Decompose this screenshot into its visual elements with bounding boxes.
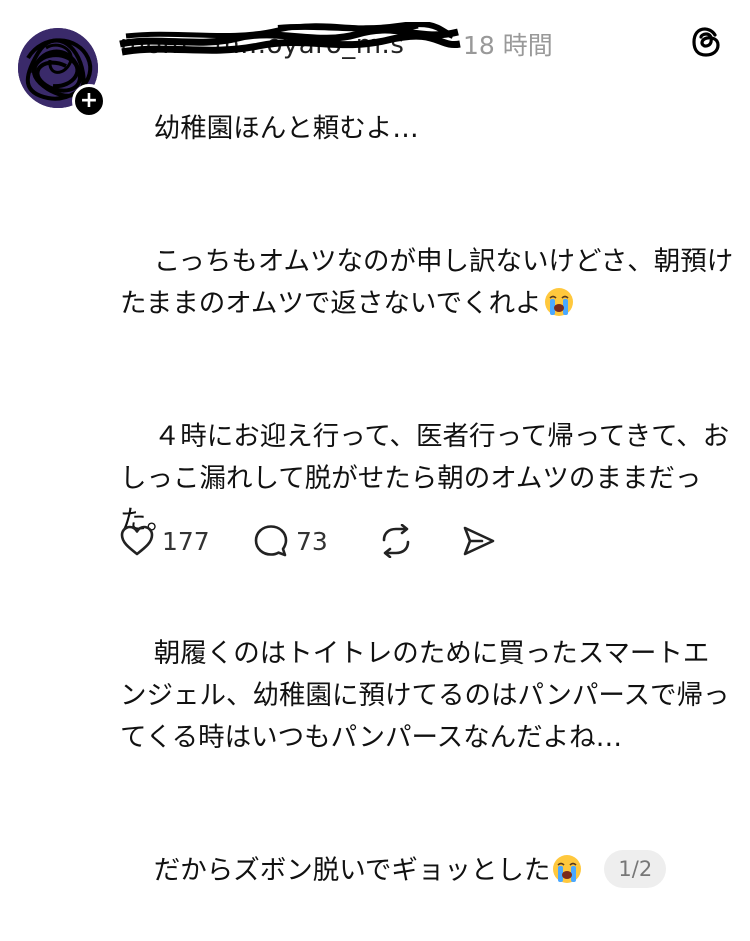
threads-icon[interactable] (688, 24, 724, 60)
username-redaction-scribble (119, 22, 461, 56)
username-area[interactable]: mom...m...oyaro_m.s (118, 22, 463, 62)
heart-icon (120, 525, 154, 556)
post-body[interactable]: 幼稚園ほんと頼むよ… こっちもオムツなのが申し訳ないけどさ、朝預けたままのオムツ… (120, 66, 735, 941)
comment-count: 73 (296, 526, 328, 556)
post-text: 幼稚園ほんと頼むよ… (153, 113, 419, 144)
post-paragraph: 朝履くのはトイトレのために買ったスマートエンジェル、幼稚園に預けてるのはパンパー… (120, 591, 735, 801)
loudly-crying-face-icon (544, 288, 573, 316)
follow-button[interactable]: + (72, 84, 106, 118)
plus-icon: + (79, 88, 99, 113)
post-paragraph: 幼稚園ほんと頼むよ… (120, 66, 735, 192)
send-icon (463, 526, 495, 556)
post-paragraph: ４時にお迎え行って、医者行って帰ってきて、おしっこ漏れして脱がせたら朝のオムツの… (120, 374, 735, 584)
share-button[interactable] (462, 521, 496, 561)
post-text: だからズボン脱いでギョッとした (153, 855, 551, 886)
repost-button[interactable] (378, 521, 414, 561)
like-count: 177 (162, 526, 210, 556)
post-text: こっちもオムツなのが申し訳ないけどさ、朝預けたままのオムツで返さないでくれよ (120, 246, 734, 319)
repost-icon (382, 524, 410, 558)
comment-button[interactable]: 73 (254, 521, 328, 561)
comment-icon (254, 525, 288, 557)
loudly-crying-face-icon (553, 855, 582, 883)
post-paragraph: だからズボン脱いでギョッとした 1/2 (120, 808, 735, 934)
timestamp: 18 時間 (463, 31, 553, 60)
post-text: 朝履くのはトイトレのために買ったスマートエンジェル、幼稚園に預けてるのはパンパー… (120, 638, 730, 753)
post-paragraph: こっちもオムツなのが申し訳ないけどさ、朝預けたままのオムツで返さないでくれよ (120, 199, 735, 367)
page-indicator[interactable]: 1/2 (604, 850, 667, 888)
like-button[interactable]: 177 (120, 521, 210, 561)
post-text: ４時にお迎え行って、医者行って帰ってきて、おしっこ漏れして脱がせたら朝のオムツの… (120, 421, 730, 536)
